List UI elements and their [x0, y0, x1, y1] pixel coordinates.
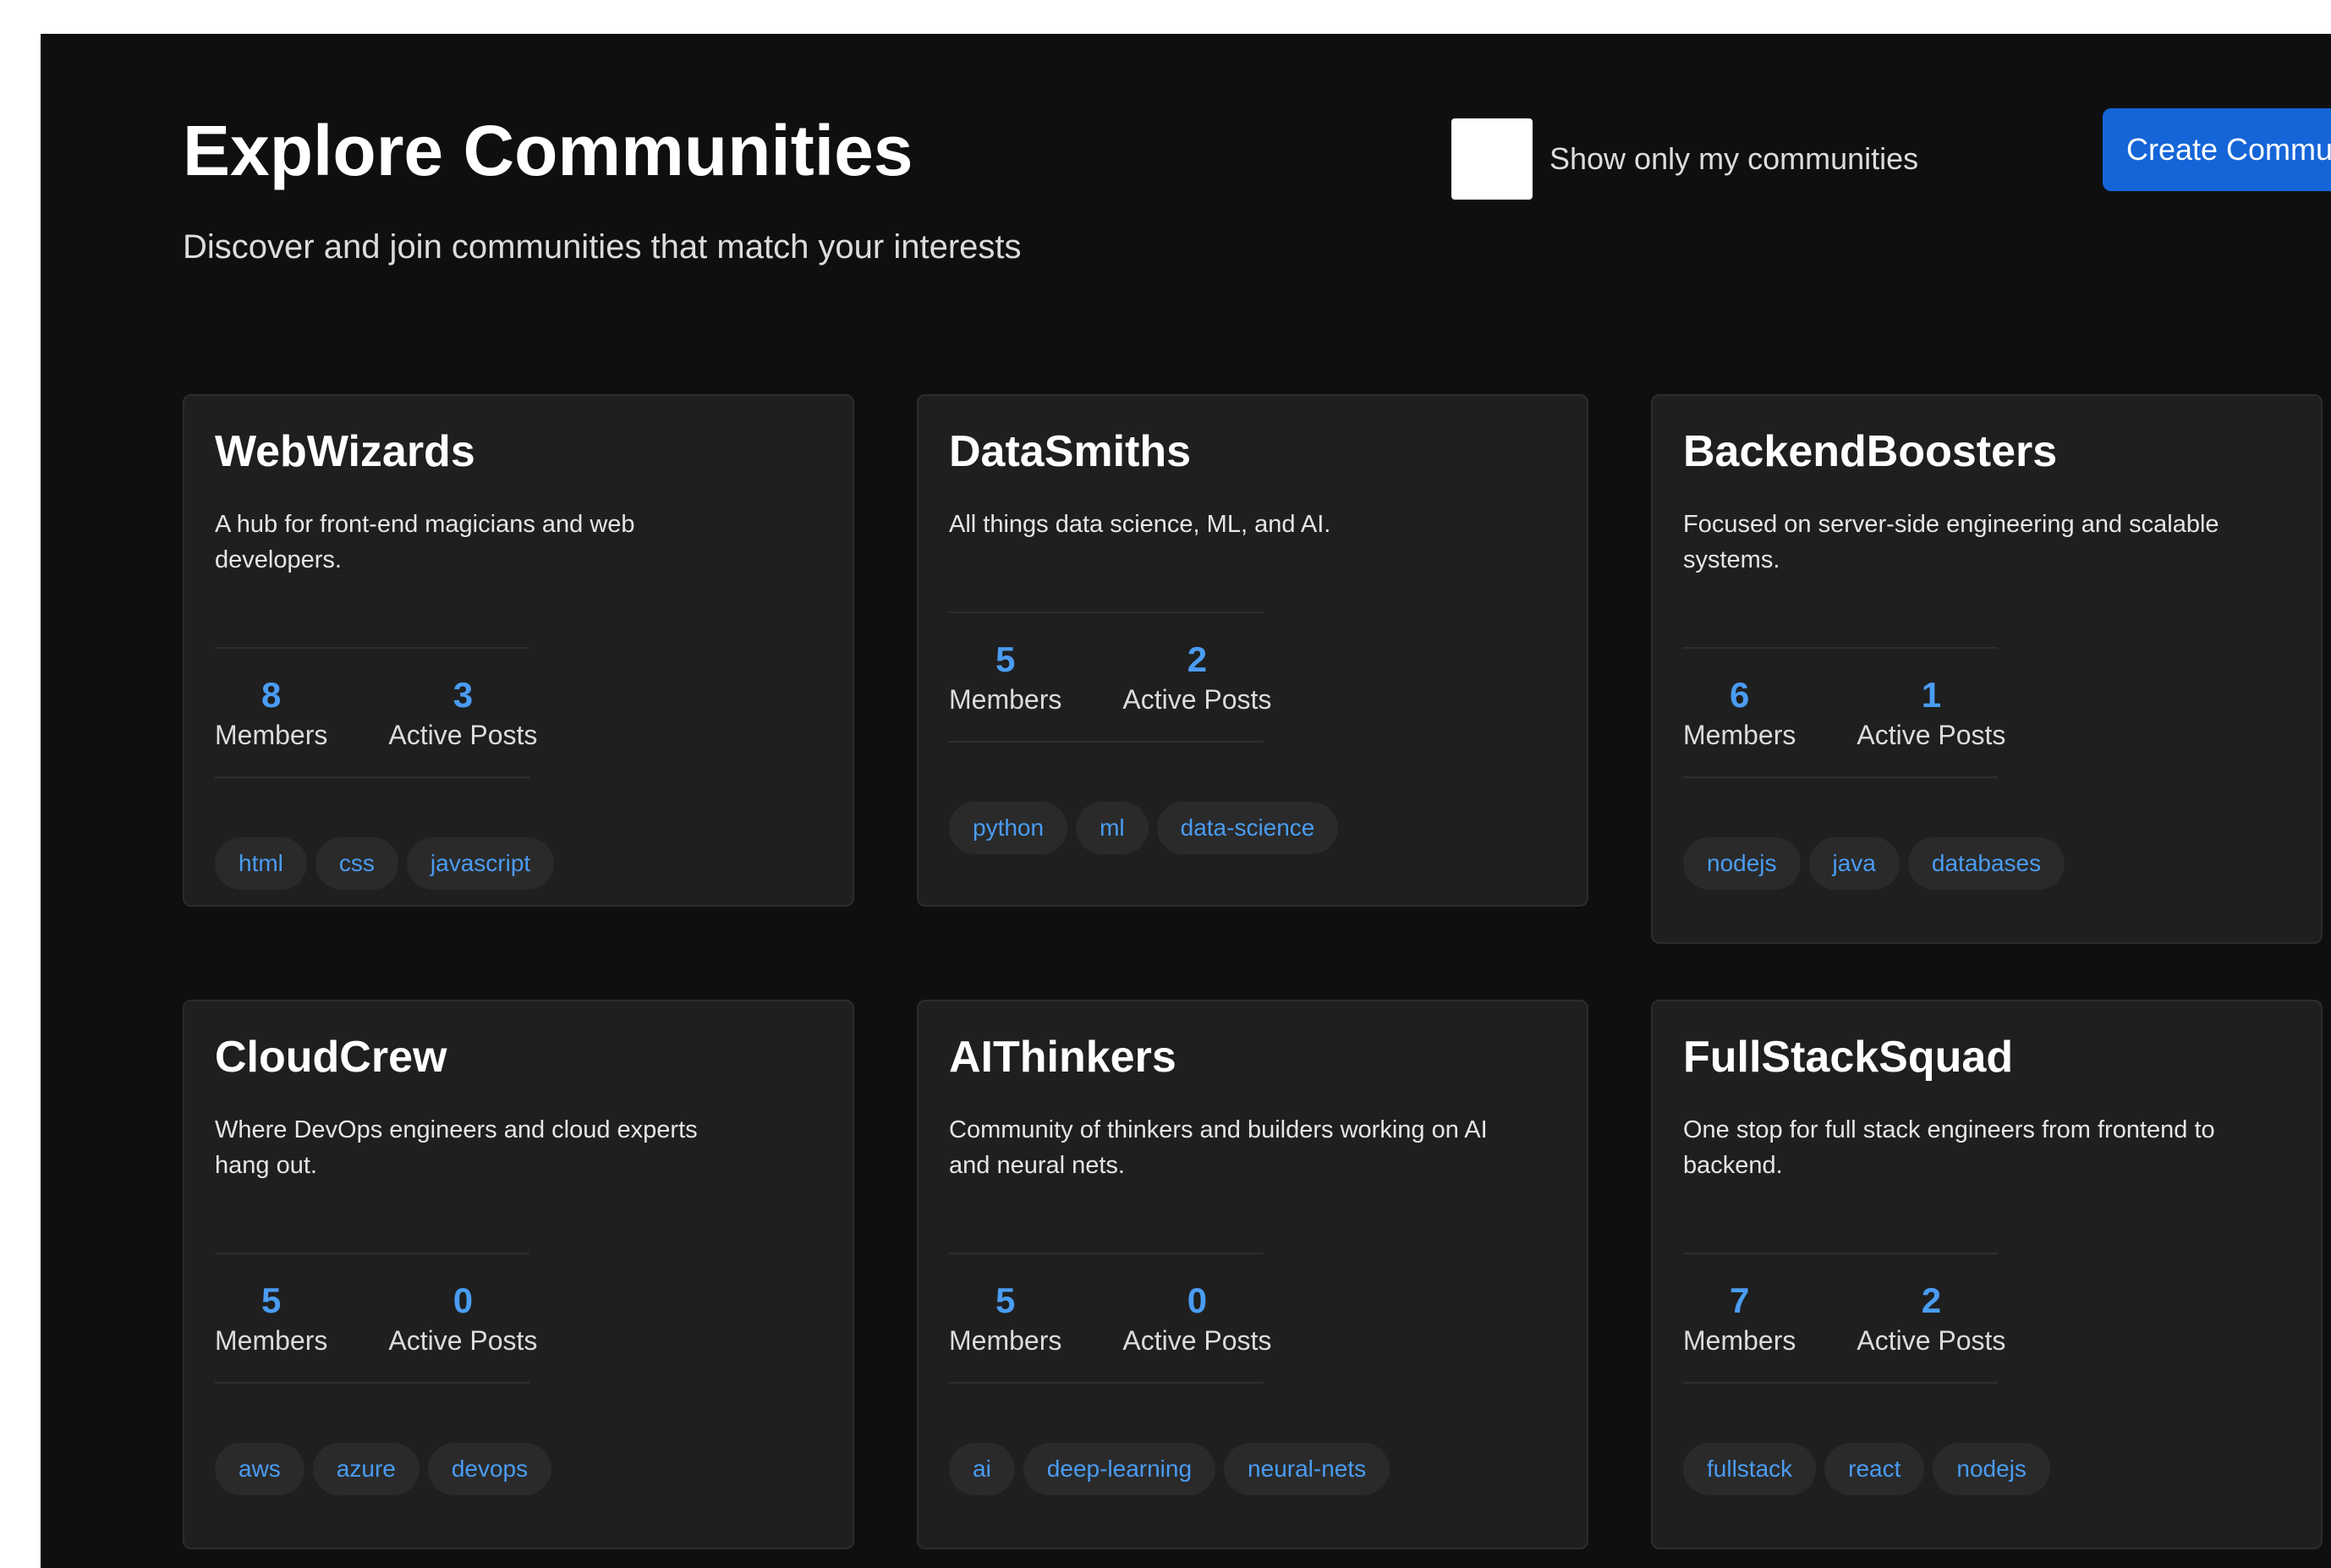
active-posts-stat: 3 Active Posts	[388, 675, 538, 751]
community-name: DataSmiths	[949, 427, 1192, 476]
tag[interactable]: deep-learning	[1023, 1443, 1216, 1495]
page-header: Explore Communities Discover and join co…	[183, 34, 2331, 338]
community-name: BackendBoosters	[1683, 427, 2058, 476]
community-card[interactable]: FullStackSquad One stop for full stack e…	[1651, 1000, 2323, 1549]
community-name: WebWizards	[215, 427, 475, 476]
community-tags: fullstack react nodejs	[1683, 1443, 2290, 1495]
active-posts-count: 2	[1187, 639, 1208, 680]
active-posts-stat: 0 Active Posts	[388, 1280, 538, 1357]
tag[interactable]: java	[1808, 837, 1900, 890]
community-description: Where DevOps engineers and cloud experts…	[215, 1116, 698, 1180]
community-card[interactable]: DataSmiths All things data science, ML, …	[917, 394, 1588, 907]
members-stat: 5 Members	[949, 1280, 1062, 1357]
community-card[interactable]: WebWizards A hub for front-end magicians…	[183, 394, 854, 907]
my-communities-checkbox[interactable]	[1451, 118, 1533, 200]
community-name: FullStackSquad	[1683, 1033, 2014, 1082]
members-count: 5	[995, 639, 1016, 680]
members-count: 5	[995, 1280, 1016, 1321]
members-count: 7	[1730, 1280, 1750, 1321]
tag[interactable]: nodejs	[1933, 1443, 2050, 1495]
tag[interactable]: data-science	[1156, 802, 1339, 854]
members-count: 6	[1730, 675, 1750, 715]
community-description: A hub for front-end magicians and web de…	[215, 511, 635, 574]
community-stats: 6 Members 1 Active Posts	[1683, 647, 2005, 779]
community-grid: WebWizards A hub for front-end magicians…	[183, 394, 2331, 1568]
members-count: 5	[261, 1280, 282, 1321]
community-card[interactable]: BackendBoosters Focused on server-side e…	[1651, 394, 2323, 944]
members-stat: 5 Members	[215, 1280, 328, 1357]
members-label: Members	[1683, 1325, 1796, 1357]
page-title: Explore Communities	[183, 111, 913, 190]
active-posts-label: Active Posts	[1122, 1325, 1272, 1357]
community-stats: 8 Members 3 Active Posts	[215, 647, 537, 779]
tag[interactable]: fullstack	[1683, 1443, 1817, 1495]
tag[interactable]: databases	[1907, 837, 2065, 890]
tag[interactable]: ai	[949, 1443, 1015, 1495]
active-posts-stat: 0 Active Posts	[1122, 1280, 1272, 1357]
community-stats: 5 Members 2 Active Posts	[949, 611, 1271, 743]
tag[interactable]: css	[315, 837, 398, 890]
active-posts-label: Active Posts	[1122, 684, 1272, 715]
members-label: Members	[215, 720, 328, 751]
members-label: Members	[949, 684, 1062, 715]
tag[interactable]: html	[215, 837, 307, 890]
members-stat: 7 Members	[1683, 1280, 1796, 1357]
community-tags: aws azure devops	[215, 1443, 822, 1495]
my-communities-filter-label: Show only my communities	[1549, 141, 1919, 176]
active-posts-count: 0	[452, 1280, 474, 1321]
community-description: One stop for full stack engineers from f…	[1683, 1116, 2215, 1180]
active-posts-count: 2	[1921, 1280, 1942, 1321]
tag[interactable]: azure	[312, 1443, 420, 1495]
community-stats: 7 Members 2 Active Posts	[1683, 1253, 2005, 1384]
active-posts-count: 1	[1921, 675, 1942, 715]
active-posts-count: 0	[1187, 1280, 1208, 1321]
create-community-button[interactable]: Create Community	[2103, 108, 2331, 191]
members-stat: 5 Members	[949, 639, 1062, 715]
tag[interactable]: ml	[1076, 802, 1149, 854]
tag[interactable]: neural-nets	[1224, 1443, 1390, 1495]
app-window: Explore Communities Discover and join co…	[41, 34, 2331, 1568]
tag[interactable]: python	[949, 802, 1068, 854]
community-description: All things data science, ML, and AI.	[949, 511, 1331, 539]
active-posts-stat: 2 Active Posts	[1857, 1280, 2006, 1357]
members-label: Members	[215, 1325, 328, 1357]
active-posts-label: Active Posts	[1857, 1325, 2006, 1357]
tag[interactable]: nodejs	[1683, 837, 1801, 890]
community-tags: nodejs java databases	[1683, 837, 2290, 890]
active-posts-label: Active Posts	[1857, 720, 2006, 751]
tag[interactable]: aws	[215, 1443, 304, 1495]
my-communities-filter[interactable]: Show only my communities	[1451, 118, 1918, 200]
tag[interactable]: react	[1824, 1443, 1925, 1495]
members-stat: 8 Members	[215, 675, 328, 751]
tag[interactable]: javascript	[406, 837, 555, 890]
community-tags: python ml data-science	[949, 802, 1556, 854]
active-posts-stat: 2 Active Posts	[1122, 639, 1272, 715]
members-label: Members	[1683, 720, 1796, 751]
community-name: CloudCrew	[215, 1033, 447, 1082]
community-tags: html css javascript	[215, 837, 822, 890]
community-stats: 5 Members 0 Active Posts	[949, 1253, 1271, 1384]
community-description: Focused on server-side engineering and s…	[1683, 511, 2219, 574]
members-label: Members	[949, 1325, 1062, 1357]
page-subtitle: Discover and join communities that match…	[183, 228, 1022, 266]
tag[interactable]: devops	[427, 1443, 552, 1495]
members-count: 8	[261, 675, 282, 715]
community-stats: 5 Members 0 Active Posts	[215, 1253, 537, 1384]
community-card[interactable]: CloudCrew Where DevOps engineers and clo…	[183, 1000, 854, 1549]
active-posts-label: Active Posts	[388, 720, 538, 751]
members-stat: 6 Members	[1683, 675, 1796, 751]
community-description: Community of thinkers and builders worki…	[949, 1116, 1488, 1180]
community-card[interactable]: AIThinkers Community of thinkers and bui…	[917, 1000, 1588, 1549]
active-posts-label: Active Posts	[388, 1325, 538, 1357]
community-tags: ai deep-learning neural-nets	[949, 1443, 1556, 1495]
active-posts-stat: 1 Active Posts	[1857, 675, 2006, 751]
community-name: AIThinkers	[949, 1033, 1176, 1082]
active-posts-count: 3	[452, 675, 474, 715]
